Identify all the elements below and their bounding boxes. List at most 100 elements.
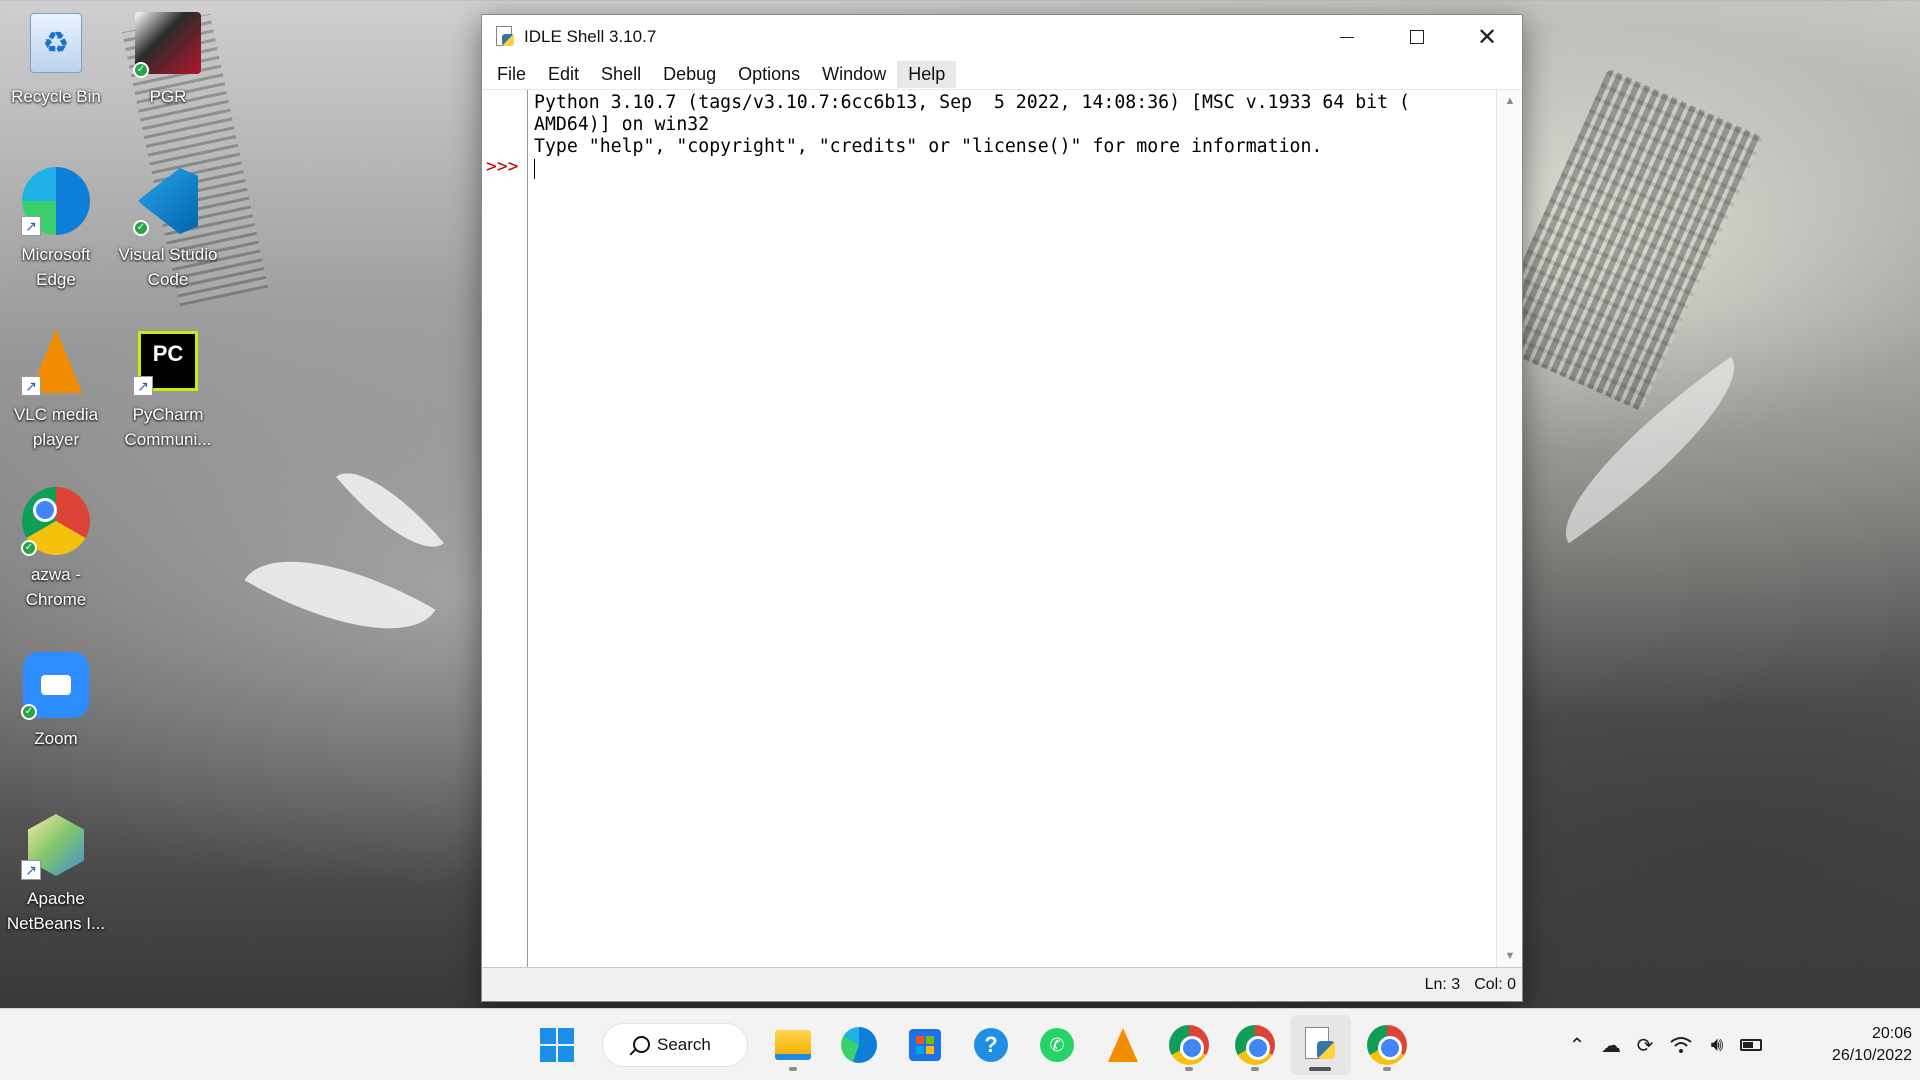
taskbar-get-help[interactable]: ? [961,1015,1021,1075]
minimize-icon [1340,36,1354,38]
desktop-icon-recycle-bin[interactable]: ♻ Recycle Bin [0,6,112,109]
scroll-up-arrow-icon[interactable]: ▲ [1497,90,1523,112]
sync-status-icon: ✓ [21,540,37,556]
search-label: Search [657,1035,711,1054]
sync-icon[interactable]: ⟳ [1628,1028,1662,1062]
vlc-icon [1108,1028,1138,1062]
volume-icon[interactable]: 🔊︎ [1700,1028,1734,1062]
shell-editor: >>> Python 3.10.7 (tags/v3.10.7:6cc6b13,… [482,89,1522,967]
scroll-down-arrow-icon[interactable]: ▼ [1497,945,1523,967]
title-bar[interactable]: IDLE Shell 3.10.7 ✕ [482,15,1522,59]
desktop-icon-label: Zoom [34,729,78,748]
taskbar-store[interactable] [895,1015,955,1075]
battery-icon[interactable] [1734,1028,1768,1062]
desktop-icon-label: PGR [149,87,187,106]
shell-prompt: >>> [486,156,519,177]
menu-options[interactable]: Options [727,61,811,88]
onedrive-icon[interactable]: ☁ [1594,1028,1628,1062]
idle-python-icon [1305,1027,1337,1063]
taskbar-whatsapp[interactable]: ✆ [1027,1015,1087,1075]
file-explorer-icon [775,1030,811,1060]
taskbar-vlc[interactable] [1093,1015,1153,1075]
shell-output-line: AMD64)] on win32 [534,114,710,135]
whatsapp-icon: ✆ [1040,1028,1074,1062]
wifi-icon[interactable] [1662,1028,1700,1062]
edge-icon [841,1027,877,1063]
status-column-number: Col: 0 [1474,975,1516,993]
sync-status-icon: ✓ [133,220,149,236]
desktop-icon-pgr[interactable]: ✓ PGR [112,6,224,109]
show-hidden-icons-chevron[interactable]: ⌃ [1560,1028,1594,1062]
shell-output-line: Python 3.10.7 (tags/v3.10.7:6cc6b13, Sep… [534,92,1410,113]
sync-status-icon: ✓ [133,62,149,78]
taskbar-file-explorer[interactable] [763,1015,823,1075]
microsoft-store-icon [909,1029,941,1061]
chrome-profile-icon [1169,1025,1209,1065]
chrome-profile2-icon [1235,1025,1275,1065]
taskbar-search[interactable]: Search [602,1023,748,1067]
desktop-icon-edge[interactable]: ↗ Microsoft Edge [0,164,112,292]
netbeans-icon: ↗ [19,808,93,882]
vertical-scrollbar[interactable]: ▲ ▼ [1496,90,1522,967]
menu-file[interactable]: File [486,61,537,88]
shell-input-line[interactable] [534,158,1490,180]
status-line-number: Ln: 3 [1424,975,1461,993]
desktop-icon-label: VLC media player [13,405,99,449]
shell-text-area[interactable]: Python 3.10.7 (tags/v3.10.7:6cc6b13, Sep… [528,90,1496,967]
taskbar-idle[interactable] [1291,1015,1351,1075]
desktop-icon-label: Recycle Bin [11,87,101,106]
menu-edit[interactable]: Edit [537,61,590,88]
taskbar-clock[interactable]: 20:06 26/10/2022 [1792,1023,1912,1067]
desktop-icon-zoom[interactable]: ✓ Zoom [0,648,112,751]
pgr-game-icon: ✓ [131,6,205,80]
start-button[interactable] [527,1015,587,1075]
menu-shell[interactable]: Shell [590,61,652,88]
desktop-icon-vscode[interactable]: ✓ Visual Studio Code [112,164,224,292]
desktop-icon-label: azwa - Chrome [25,565,87,609]
chrome-profile-icon: ✓ [19,484,93,558]
shortcut-arrow-icon: ↗ [21,860,41,880]
menu-debug[interactable]: Debug [652,61,727,88]
desktop-icon-chrome-azwa[interactable]: ✓ azwa - Chrome [0,484,112,612]
search-icon [633,1036,650,1053]
desktop-icon-pycharm[interactable]: PC ↗ PyCharm Communi... [112,324,224,452]
taskbar: Search ? ✆ ⌃ ☁ ⟳ 🔊︎ 20:06 26/10/2022 [0,1008,1920,1080]
system-tray: ⌃ ☁ ⟳ 🔊︎ [1560,1009,1768,1080]
running-indicator [1251,1067,1259,1071]
taskbar-chrome-profile-2[interactable] [1225,1015,1285,1075]
running-indicator [1383,1067,1391,1071]
shortcut-arrow-icon: ↗ [21,376,41,396]
python-idle-icon [494,26,516,48]
taskbar-chrome[interactable] [1357,1015,1417,1075]
chrome-icon [1367,1025,1407,1065]
shortcut-arrow-icon: ↗ [21,216,41,236]
minimize-button[interactable] [1312,15,1382,59]
maximize-button[interactable] [1382,15,1452,59]
menu-help[interactable]: Help [897,60,957,88]
zoom-icon: ✓ [19,648,93,722]
desktop-icon-vlc[interactable]: ↗ VLC media player [0,324,112,452]
windows-start-icon [540,1028,574,1062]
prompt-gutter: >>> [482,90,528,967]
close-button[interactable]: ✕ [1452,15,1522,59]
desktop-icon-label: Visual Studio Code [118,245,218,289]
taskbar-apps: Search ? ✆ [524,1009,1420,1080]
taskbar-edge[interactable] [829,1015,889,1075]
running-indicator [1309,1067,1331,1071]
desktop-icon-label: PyCharm Communi... [124,405,212,449]
taskbar-chrome-profile[interactable] [1159,1015,1219,1075]
clock-date: 26/10/2022 [1831,1047,1912,1064]
vlc-icon: ↗ [19,324,93,398]
maximize-icon [1410,30,1424,44]
help-messages-icon: ? [974,1028,1008,1062]
clock-time: 20:06 [1871,1025,1912,1042]
desktop-icon-netbeans[interactable]: ↗ Apache NetBeans I... [0,808,112,936]
pycharm-icon: PC ↗ [131,324,205,398]
edge-icon: ↗ [19,164,93,238]
idle-shell-window[interactable]: IDLE Shell 3.10.7 ✕ File Edit Shell Debu… [481,14,1523,1002]
recycle-bin-icon: ♻ [19,6,93,80]
menu-window[interactable]: Window [811,61,897,88]
running-indicator [1185,1067,1193,1071]
shell-output-line: Type "help", "copyright", "credits" or "… [534,136,1323,157]
vscode-icon: ✓ [131,164,205,238]
